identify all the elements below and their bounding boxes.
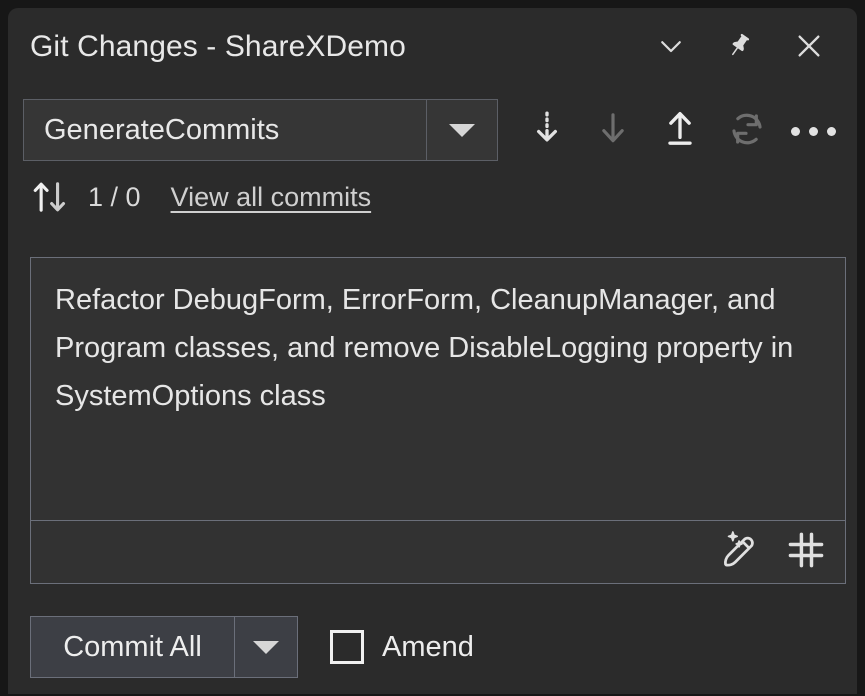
commit-all-label: Commit All: [63, 630, 202, 663]
commit-all-button[interactable]: Commit All: [31, 617, 235, 677]
commit-split-button: Commit All: [30, 616, 298, 678]
sparkle-pen-icon: [718, 528, 762, 577]
page-title: Git Changes - ShareXDemo: [30, 30, 406, 63]
amend-checkbox[interactable]: [330, 630, 364, 664]
commit-message-toolbar: [31, 520, 845, 583]
close-button[interactable]: [788, 30, 830, 66]
amend-label: Amend: [382, 630, 474, 663]
commit-options-dropdown-button[interactable]: [235, 617, 297, 677]
commit-message-input[interactable]: [31, 258, 845, 520]
pull-down-arrow-icon: [593, 109, 633, 154]
ahead-behind-counts: 1 / 0: [88, 181, 141, 212]
pull-button[interactable]: [586, 104, 640, 158]
sync-button[interactable]: [720, 104, 774, 158]
push-up-arrow-icon: [660, 109, 700, 154]
collapse-button[interactable]: [650, 30, 692, 66]
branch-dropdown-button[interactable]: [427, 100, 497, 160]
up-down-arrows-icon: [28, 177, 74, 217]
pin-button[interactable]: [718, 30, 760, 66]
amend-option[interactable]: Amend: [330, 616, 474, 678]
fetch-down-arrow-icon: [527, 109, 567, 154]
sync-status-row: 1 / 0 View all commits: [28, 174, 371, 220]
chevron-down-icon: [656, 31, 686, 66]
chevron-down-icon: [253, 640, 279, 654]
fetch-button[interactable]: [520, 104, 574, 158]
branch-name-label: GenerateCommits: [44, 113, 280, 146]
title-bar: Git Changes - ShareXDemo: [8, 8, 857, 84]
close-icon: [793, 30, 825, 67]
ellipsis-icon: [790, 126, 836, 136]
git-changes-panel: Git Changes - ShareXDemo GenerateCommits…: [8, 8, 857, 694]
chevron-down-icon: [449, 123, 475, 137]
commit-message-box: [30, 257, 846, 584]
push-button[interactable]: [653, 104, 707, 158]
branch-selector[interactable]: GenerateCommits: [23, 99, 498, 161]
add-issue-reference-button[interactable]: [781, 527, 831, 577]
more-options-button[interactable]: [786, 104, 840, 158]
hash-icon: [784, 528, 828, 577]
ai-generate-message-button[interactable]: [715, 527, 765, 577]
view-all-commits-link[interactable]: View all commits: [171, 182, 372, 213]
sync-refresh-icon: [727, 109, 767, 154]
pin-icon: [724, 31, 754, 66]
branch-name-area[interactable]: GenerateCommits: [24, 100, 427, 160]
